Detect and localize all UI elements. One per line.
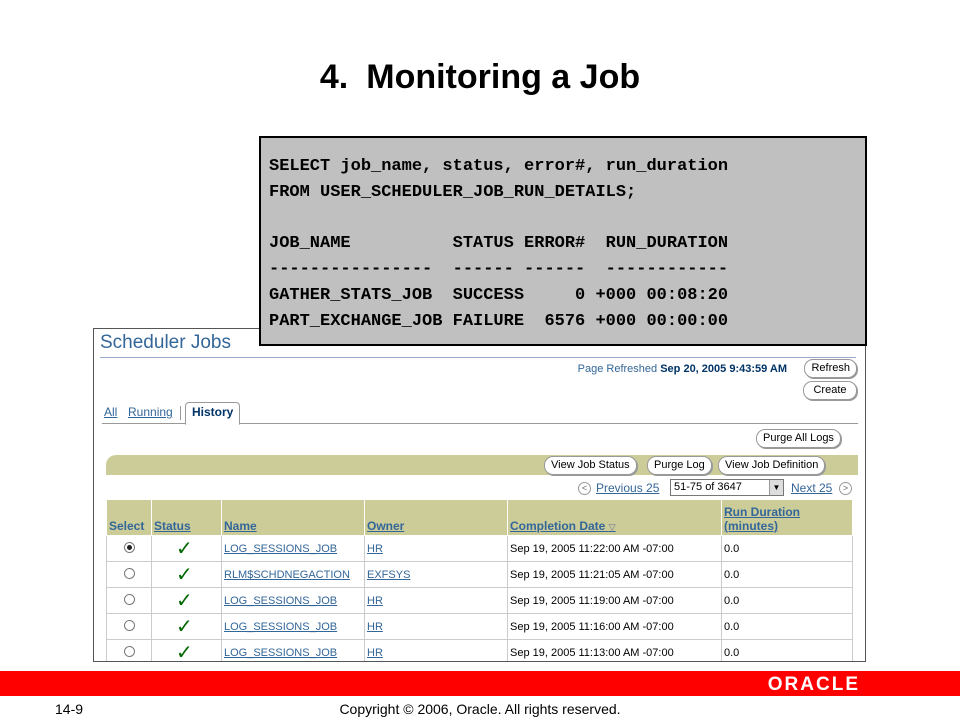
- row-job-name[interactable]: LOG_SESSIONS_JOB: [221, 639, 365, 661]
- view-job-definition-button[interactable]: View Job Definition: [718, 456, 826, 475]
- row-select-cell[interactable]: [106, 535, 152, 562]
- table-row: ✓ LOG_SESSIONS_JOB HR Sep 19, 2005 11:19:00…: [106, 587, 853, 614]
- slide-title-text: Monitoring a Job: [366, 58, 641, 96]
- header-run-duration[interactable]: Run Duration (minutes): [721, 499, 853, 536]
- row-completion-date: Sep 19, 2005 11:19:00 AM -07:00: [507, 587, 722, 614]
- tab-separator: [180, 406, 181, 420]
- next-link[interactable]: Next 25: [791, 481, 832, 495]
- row-completion-date: Sep 19, 2005 11:22:00 AM -07:00: [507, 535, 722, 562]
- slide-title: 4. Monitoring a Job: [0, 58, 960, 97]
- page-refreshed-label: Page Refreshed: [577, 363, 658, 375]
- table-header-row: Select Status Name Owner Completion Date…: [106, 499, 853, 536]
- checkmark-icon: ✓: [176, 564, 193, 586]
- header-status[interactable]: Status: [151, 499, 222, 536]
- row-owner[interactable]: HR: [364, 613, 508, 640]
- copyright-text: Copyright © 2006, Oracle. All rights res…: [339, 701, 621, 717]
- next-arrow-icon[interactable]: >: [839, 482, 852, 495]
- page-refreshed: Page Refreshed Sep 20, 2005 9:43:59 AM: [578, 363, 787, 375]
- view-job-status-button[interactable]: View Job Status: [544, 456, 637, 475]
- row-run-duration: 0.0: [721, 587, 853, 614]
- checkmark-icon: ✓: [176, 642, 193, 662]
- row-completion-date: Sep 19, 2005 11:16:00 AM -07:00: [507, 613, 722, 640]
- oracle-logo: ORACLE: [767, 674, 860, 695]
- row-status-cell: ✓: [151, 639, 222, 662]
- page-range-select[interactable]: 51-75 of 3647 ▼: [670, 479, 784, 496]
- tab-running[interactable]: Running: [128, 405, 173, 419]
- window-title: Scheduler Jobs: [100, 332, 231, 353]
- row-owner[interactable]: HR: [364, 587, 508, 614]
- row-radio[interactable]: [124, 541, 135, 553]
- checkmark-icon: ✓: [176, 616, 193, 638]
- table-row: ✓ LOG_SESSIONS_JOB HR Sep 19, 2005 11:22:00…: [106, 535, 853, 562]
- slide-number: 4.: [319, 58, 349, 96]
- row-radio[interactable]: [124, 645, 135, 657]
- purge-all-logs-button[interactable]: Purge All Logs: [756, 429, 841, 448]
- previous-arrow-icon[interactable]: <: [578, 482, 591, 495]
- create-button[interactable]: Create: [803, 381, 857, 400]
- row-status-cell: ✓: [151, 561, 222, 588]
- sql-query-output: SELECT job_name, status, error#, run_dur…: [259, 136, 867, 346]
- row-status-cell: ✓: [151, 535, 222, 562]
- table-row: ✓ RLM$SCHDNEGACTION EXFSYS Sep 19, 2005 11:…: [106, 561, 853, 588]
- row-completion-date: Sep 19, 2005 11:13:00 AM -07:00: [507, 639, 722, 661]
- row-completion-date: Sep 19, 2005 11:21:05 AM -07:00: [507, 561, 722, 588]
- refresh-button[interactable]: Refresh: [804, 359, 857, 378]
- row-owner[interactable]: HR: [364, 639, 508, 661]
- header-name[interactable]: Name: [221, 499, 365, 536]
- checkmark-icon: ✓: [176, 538, 193, 560]
- header-select: Select: [106, 499, 152, 536]
- row-owner[interactable]: HR: [364, 535, 508, 562]
- row-run-duration: 0.0: [721, 561, 853, 588]
- table-row: ✓ LOG_SESSIONS_JOB HR Sep 19, 2005 11:16:00…: [106, 613, 853, 640]
- row-job-name[interactable]: LOG_SESSIONS_JOB: [221, 535, 365, 562]
- row-radio[interactable]: [124, 567, 135, 579]
- row-status-cell: ✓: [151, 613, 222, 640]
- row-job-name[interactable]: LOG_SESSIONS_JOB: [221, 613, 365, 640]
- tab-bar: All Running History: [102, 402, 858, 425]
- sql-line: SELECT job_name, status, error#, run_dur…: [269, 157, 729, 176]
- table-row: ✓ LOG_SESSIONS_JOB HR Sep 19, 2005 11:13:00…: [106, 639, 853, 662]
- title-divider: [100, 357, 856, 358]
- previous-link[interactable]: Previous 25: [596, 481, 659, 495]
- tab-all[interactable]: All: [104, 405, 117, 419]
- row-status-cell: ✓: [151, 587, 222, 614]
- row-run-duration: 0.0: [721, 639, 853, 661]
- row-radio[interactable]: [124, 593, 135, 605]
- chevron-down-icon[interactable]: ▼: [769, 480, 783, 495]
- jobs-table: Select Status Name Owner Completion Date…: [106, 499, 853, 662]
- sql-line: FROM USER_SCHEDULER_JOB_RUN_DETAILS;: [269, 182, 637, 202]
- header-owner[interactable]: Owner: [364, 499, 508, 536]
- row-run-duration: 0.0: [721, 535, 853, 562]
- checkmark-icon: ✓: [176, 590, 193, 612]
- purge-log-button[interactable]: Purge Log: [647, 456, 712, 475]
- sql-line: ---------------- ------ ------ ---------…: [269, 260, 729, 280]
- header-duration-line2: (minutes): [724, 519, 778, 533]
- row-job-name[interactable]: LOG_SESSIONS_JOB: [221, 587, 365, 614]
- row-select-cell[interactable]: [106, 613, 152, 640]
- tab-history[interactable]: History: [185, 402, 241, 425]
- row-job-name[interactable]: RLM$SCHDNEGACTION: [221, 561, 365, 588]
- row-radio[interactable]: [124, 619, 135, 631]
- row-select-cell[interactable]: [106, 587, 152, 614]
- row-run-duration: 0.0: [721, 613, 853, 640]
- row-select-cell[interactable]: [106, 639, 152, 661]
- sql-line: [269, 206, 857, 232]
- sql-line: GATHER_STATS_JOB SUCCESS 0 +000 00:08:20: [269, 285, 729, 305]
- scheduler-jobs-window: Scheduler Jobs Page Refreshed Sep 20, 20…: [93, 328, 866, 662]
- sort-descending-icon: ▽: [608, 522, 616, 532]
- header-completion-label: Completion Date: [510, 519, 606, 533]
- row-owner[interactable]: EXFSYS: [364, 561, 508, 588]
- page-refreshed-value: Sep 20, 2005 9:43:59 AM: [660, 363, 787, 375]
- sql-line: JOB_NAME STATUS ERROR# RUN_DURATION: [269, 234, 729, 254]
- header-duration-line1: Run Duration: [724, 505, 800, 519]
- header-completion-date[interactable]: Completion Date ▽: [507, 499, 722, 536]
- sql-line: PART_EXCHANGE_JOB FAILURE 6576 +000 00:0…: [269, 311, 729, 331]
- row-select-cell[interactable]: [106, 561, 152, 588]
- page-range-value: 51-75 of 3647: [674, 481, 742, 493]
